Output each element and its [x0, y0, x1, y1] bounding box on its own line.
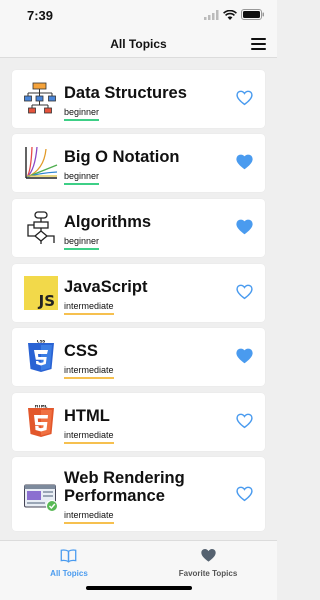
html5-logo-icon: HTML	[28, 405, 54, 437]
topic-title: HTML	[64, 407, 110, 425]
navigation-bar: All Topics	[0, 30, 277, 58]
javascript-logo-icon: JS	[24, 276, 58, 310]
tab-all-topics[interactable]: All Topics	[0, 541, 138, 583]
page-title: All Topics	[110, 37, 167, 51]
topic-card[interactable]: CSS CSS intermediate	[12, 328, 265, 386]
level-badge: intermediate	[64, 510, 114, 524]
topic-card[interactable]: Big O Notation beginner	[12, 134, 265, 192]
topic-title-line: Performance	[64, 487, 165, 505]
tab-label: All Topics	[50, 569, 88, 578]
topic-title: Algorithms	[64, 213, 152, 231]
favorite-heart-icon[interactable]	[236, 486, 253, 502]
status-time: 7:39	[27, 8, 54, 23]
topic-card[interactable]: Data Structures beginner	[12, 70, 265, 128]
svg-text:JS: JS	[38, 292, 55, 310]
topic-title: Big O Notation	[64, 148, 180, 166]
svg-text:HTML: HTML	[35, 405, 48, 409]
topic-card[interactable]: Web Rendering Performance intermediate	[12, 457, 265, 531]
hamburger-menu-icon[interactable]	[251, 38, 266, 50]
signal-icon	[204, 9, 219, 20]
svg-text:CSS: CSS	[37, 340, 46, 344]
favorite-heart-icon[interactable]	[236, 154, 253, 170]
favorite-heart-icon[interactable]	[236, 284, 253, 300]
favorite-heart-icon[interactable]	[236, 348, 253, 364]
topic-card[interactable]: HTML HTML intermediate	[12, 393, 265, 451]
level-badge: intermediate	[64, 430, 114, 444]
tree-diagram-icon	[24, 82, 56, 114]
status-bar: 7:39	[0, 0, 277, 30]
topic-title-line: Web Rendering	[64, 469, 185, 487]
heart-icon	[201, 549, 216, 562]
topic-card[interactable]: Algorithms beginner	[12, 199, 265, 257]
level-badge: beginner	[64, 107, 100, 121]
complexity-graph-icon	[25, 146, 58, 179]
book-icon	[60, 549, 77, 563]
favorite-heart-icon[interactable]	[236, 219, 253, 235]
level-badge: beginner	[64, 236, 100, 250]
flowchart-icon	[27, 211, 55, 244]
web-performance-icon	[24, 484, 58, 512]
home-indicator	[86, 586, 192, 590]
level-badge: beginner	[64, 171, 100, 185]
favorite-heart-icon[interactable]	[236, 90, 253, 106]
level-badge: intermediate	[64, 365, 114, 379]
css3-logo-icon: CSS	[28, 340, 54, 372]
favorite-heart-icon[interactable]	[236, 413, 253, 429]
level-badge: intermediate	[64, 301, 114, 315]
battery-icon	[241, 9, 264, 20]
tab-favorite-topics[interactable]: Favorite Topics	[139, 541, 277, 583]
topic-title: Data Structures	[64, 84, 187, 102]
topic-title: JavaScript	[64, 278, 148, 296]
topic-card[interactable]: JS JavaScript intermediate	[12, 264, 265, 322]
topic-title: CSS	[64, 342, 98, 360]
wifi-icon	[223, 9, 237, 20]
tab-bar: All Topics Favorite Topics	[0, 540, 277, 600]
tab-label: Favorite Topics	[178, 569, 238, 578]
status-icons	[204, 9, 265, 20]
